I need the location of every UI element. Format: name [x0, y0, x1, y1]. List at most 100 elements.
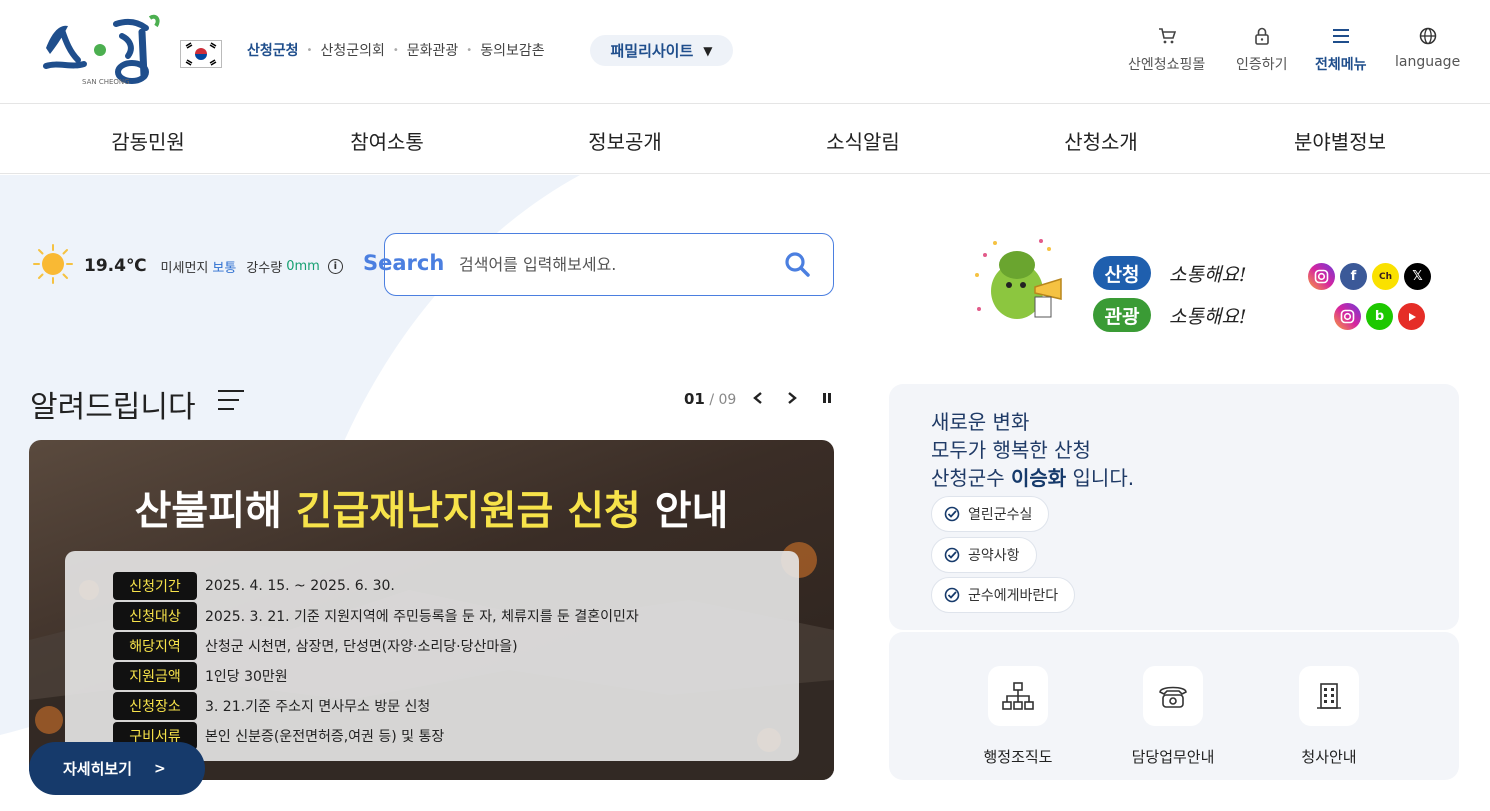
comm-badge: 산청 [1093, 256, 1151, 290]
mayor-panel: 새로운 변화 모두가 행복한 산청 산청군수 이승화 입니다. 열린군수실 공약… [889, 384, 1459, 630]
util-label: 산엔청쇼핑몰 [1128, 57, 1206, 73]
banner-info-row: 신청대상 2025. 3. 21. 기준 지원지역에 주민등록을 둔 자, 체류… [113, 602, 639, 630]
mayor-name: 이승화 [1010, 466, 1067, 490]
fine-dust-value: 보통 [212, 260, 237, 276]
info-tag: 신청기간 [113, 572, 197, 600]
site-link-tourism[interactable]: 문화관광 [407, 40, 459, 60]
nav-item-field-info[interactable]: 분야별정보 [1294, 126, 1386, 155]
mayor-link-suggestions[interactable]: 군수에게바란다 [931, 577, 1076, 613]
slide-next-button[interactable] [782, 388, 802, 408]
mayor-link-open-office[interactable]: 열린군수실 [931, 496, 1050, 532]
nav-item-information[interactable]: 정보공개 [588, 126, 662, 155]
info-value: 2025. 3. 21. 기준 지원지역에 주민등록을 둔 자, 체류지를 둔 … [205, 609, 639, 625]
chevron-right-icon [788, 392, 797, 404]
check-circle-icon [944, 506, 960, 522]
sancheong-logo[interactable]: SAN CHEONG [38, 10, 168, 90]
notice-title: 알려드립니다 [30, 390, 196, 425]
nav-item-participation[interactable]: 참여소통 [350, 126, 424, 155]
view-more-label: 자세히보기 [63, 760, 133, 778]
comm-text: 소통해요! [1169, 263, 1247, 286]
banner-info-row: 신청장소 3. 21.기준 주소지 면사무소 방문 신청 [113, 692, 430, 720]
slide-prev-button[interactable] [748, 388, 768, 408]
separator-dot: • [466, 44, 473, 56]
youtube-icon[interactable] [1398, 303, 1425, 330]
util-label: 인증하기 [1236, 57, 1288, 73]
comm-row-sancheong[interactable]: 산청 소통해요! [1093, 256, 1247, 290]
nav-item-about[interactable]: 산청소개 [1064, 126, 1138, 155]
util-label: language [1395, 54, 1461, 70]
banner-info-row: 해당지역 산청군 시천면, 삼장면, 단성면(자양·소리당·당산마을) [113, 632, 518, 660]
notice-banner[interactable]: 산불피해 긴급재난지원금 신청 안내 신청기간 2025. 4. 15. ~ 2… [29, 440, 834, 780]
util-label: 전체메뉴 [1315, 57, 1367, 73]
slide-pager: 01 / 09 [684, 390, 736, 408]
quick-item-label: 행정조직도 [983, 748, 1053, 766]
banner-title: 산불피해 긴급재난지원금 신청 안내 [29, 478, 834, 536]
mayor-link-label: 공약사항 [968, 548, 1020, 564]
banner-title-highlight: 긴급재난지원금 신청 [295, 488, 641, 534]
view-more-button[interactable]: 자세히보기 > [29, 742, 205, 795]
x-twitter-icon[interactable]: 𝕏 [1404, 263, 1431, 290]
quick-menu-panel: 행정조직도 담당업무안내 청사안내 [889, 632, 1459, 780]
temperature: 19.4℃ [84, 256, 147, 276]
site-link-donguibogam[interactable]: 동의보감촌 [480, 40, 544, 60]
notice-list-icon[interactable] [217, 388, 245, 412]
pause-icon [823, 393, 831, 403]
info-tag: 지원금액 [113, 662, 197, 690]
mayor-link-pledges[interactable]: 공약사항 [931, 537, 1037, 573]
nav-item-news[interactable]: 소식알림 [826, 126, 900, 155]
kakao-channel-icon[interactable]: Ch [1372, 263, 1399, 290]
info-tag: 신청대상 [113, 602, 197, 630]
mayor-link-label: 군수에게바란다 [968, 588, 1059, 604]
facebook-icon[interactable]: f [1340, 263, 1367, 290]
korea-flag-icon [180, 40, 222, 68]
quick-item-label: 청사안내 [1301, 748, 1357, 766]
util-language[interactable]: language [1395, 26, 1460, 70]
info-value: 산청군 시천면, 삼장면, 단성면(자양·소리당·당산마을) [205, 639, 518, 655]
sun-icon [32, 243, 74, 289]
instagram-icon[interactable] [1308, 263, 1335, 290]
family-site-label: 패밀리사이트 [610, 42, 694, 60]
search-input[interactable] [459, 251, 759, 277]
org-chart-icon [988, 666, 1048, 726]
site-links: 산청군청 • 산청군의회 • 문화관광 • 동의보감촌 [247, 40, 553, 60]
quick-item-org-chart[interactable]: 행정조직도 [948, 666, 1088, 767]
cart-icon [1158, 26, 1176, 46]
fine-dust-label: 미세먼지 [160, 260, 209, 276]
info-value: 본인 신분증(운전면허증,여권 등) 및 통장 [205, 729, 445, 745]
globe-icon [1419, 26, 1437, 46]
nav-item-civil-service[interactable]: 감동민원 [111, 126, 185, 155]
mayor-greeting-line3: 산청군수 이승화 입니다. [931, 462, 1134, 491]
site-link-county[interactable]: 산청군청 [247, 40, 299, 60]
family-site-dropdown[interactable]: 패밀리사이트 ▼ [590, 35, 733, 66]
chevron-left-icon [753, 392, 762, 404]
info-value: 3. 21.기준 주소지 면사무소 방문 신청 [205, 699, 431, 715]
comm-row-tourism[interactable]: 관광 소통해요! [1093, 298, 1247, 332]
rainfall-label: 강수량 [246, 260, 283, 276]
building-icon [1299, 666, 1359, 726]
quick-item-label: 담당업무안내 [1131, 748, 1215, 766]
util-all-menu[interactable]: 전체메뉴 [1315, 26, 1367, 74]
search-label: Search [363, 251, 445, 275]
banner-info-row: 지원금액 1인당 30만원 [113, 662, 288, 690]
comm-badge: 관광 [1093, 298, 1151, 332]
mayor-link-label: 열린군수실 [968, 507, 1033, 523]
quick-item-duty-guide[interactable]: 담당업무안내 [1103, 666, 1243, 767]
blog-icon[interactable]: b [1366, 303, 1393, 330]
weather-widget: 19.4℃ 미세먼지 보통 강수량 0mm i [32, 243, 343, 289]
info-icon[interactable]: i [327, 258, 343, 274]
slide-pause-button[interactable] [817, 388, 837, 408]
search-button[interactable] [783, 250, 813, 280]
instagram-icon[interactable] [1334, 303, 1361, 330]
banner-title-part: 안내 [640, 488, 729, 534]
telephone-icon [1143, 666, 1203, 726]
rainfall-value: 0mm [286, 258, 320, 274]
util-certification[interactable]: 인증하기 [1236, 26, 1288, 74]
mascot-character-icon [965, 235, 1075, 325]
site-link-council[interactable]: 산청군의회 [320, 40, 384, 60]
quick-item-building-guide[interactable]: 청사안내 [1259, 666, 1399, 767]
info-value: 1인당 30만원 [205, 669, 288, 685]
check-circle-icon [944, 587, 960, 603]
util-shopping-mall[interactable]: 산엔청쇼핑몰 [1128, 26, 1205, 74]
banner-info-row: 신청기간 2025. 4. 15. ~ 2025. 6. 30. [113, 572, 395, 600]
separator-dot: • [306, 44, 313, 56]
